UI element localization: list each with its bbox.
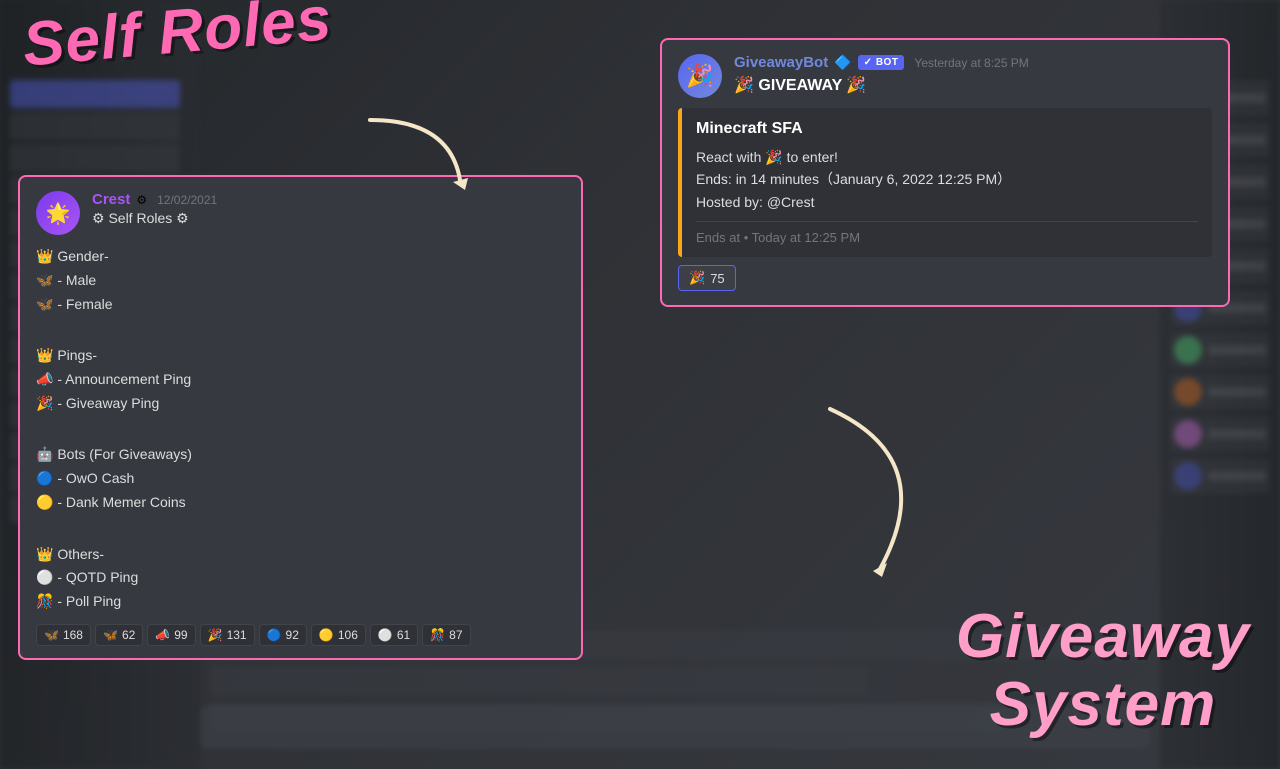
reaction-count: 131 xyxy=(227,628,247,642)
giveaway-card-header: 🎉 GiveawayBot 🔷 ✓ BOT Yesterday at 8:25 … xyxy=(678,54,1212,98)
card-body: 👑 Gender- 🦋 - Male 🦋 - Female 👑 Pings- 📣… xyxy=(36,245,565,614)
reaction-owo[interactable]: 🔵 92 xyxy=(259,624,307,646)
card-line: 🔵 - OwO Cash xyxy=(36,467,565,491)
reaction-emoji: ⚪ xyxy=(378,628,393,642)
embed-line-enter: React with 🎉 to enter! xyxy=(696,146,1198,168)
arrow-self-roles xyxy=(360,110,480,195)
reaction-count: 62 xyxy=(122,628,135,642)
reaction-poll[interactable]: 🎊 87 xyxy=(422,624,470,646)
giveaway-reaction-button[interactable]: 🎉 75 xyxy=(678,265,736,291)
reaction-emoji: 🟡 xyxy=(319,628,334,642)
crest-avatar: 🌟 xyxy=(36,191,80,235)
self-roles-card: 🌟 Crest ⚙ 12/02/2021 ⚙ Self Roles ⚙ 👑 Ge… xyxy=(18,175,583,660)
giveaway-title-row: 🎉 GIVEAWAY 🎉 xyxy=(734,75,1212,95)
reaction-butterfly-female[interactable]: 🦋 62 xyxy=(95,624,143,646)
card-self-roles-label: ⚙ Self Roles ⚙ xyxy=(92,210,189,227)
card-timestamp: 12/02/2021 xyxy=(157,193,217,207)
embed-divider xyxy=(696,221,1198,222)
giveaway-card: 🎉 GiveawayBot 🔷 ✓ BOT Yesterday at 8:25 … xyxy=(660,38,1230,307)
avatar-emoji: 🌟 xyxy=(46,201,71,226)
giveaway-timestamp: Yesterday at 8:25 PM xyxy=(914,56,1028,70)
reaction-count: 99 xyxy=(174,628,187,642)
giveaway-embed: Minecraft SFA React with 🎉 to enter! End… xyxy=(678,108,1212,257)
card-section-bots: 🤖 Bots (For Giveaways) 🔵 - OwO Cash 🟡 - … xyxy=(36,443,565,514)
reaction-emoji: 🦋 xyxy=(103,628,118,642)
card-line: 👑 Pings- xyxy=(36,344,565,368)
self-roles-title: Self Roles xyxy=(20,0,335,81)
verified-icon: ⚙ xyxy=(136,193,147,207)
reaction-count: 61 xyxy=(397,628,410,642)
bot-verified-icon: 🔷 xyxy=(834,54,851,71)
card-header: 🌟 Crest ⚙ 12/02/2021 ⚙ Self Roles ⚙ xyxy=(36,191,565,235)
giveaway-title: 🎉 GIVEAWAY 🎉 xyxy=(734,77,866,94)
reaction-emoji: 📣 xyxy=(155,628,170,642)
card-username-row: Crest ⚙ 12/02/2021 xyxy=(92,191,565,208)
giveaway-reaction-count: 75 xyxy=(710,271,724,286)
giveaway-reaction-emoji: 🎉 xyxy=(689,270,705,286)
reaction-butterfly-male[interactable]: 🦋 168 xyxy=(36,624,91,646)
card-section-gender: 👑 Gender- 🦋 - Male 🦋 - Female xyxy=(36,245,565,316)
giveaway-system-title: Giveaway System xyxy=(956,603,1250,739)
embed-prize: Minecraft SFA xyxy=(696,120,1198,138)
card-line: 👑 Gender- xyxy=(36,245,565,269)
card-section-others: 👑 Others- ⚪ - QOTD Ping 🎊 - Poll Ping xyxy=(36,543,565,614)
bot-badge: ✓ BOT xyxy=(858,55,905,70)
reaction-announcement[interactable]: 📣 99 xyxy=(147,624,195,646)
arrow-giveaway-system xyxy=(780,399,940,584)
embed-ends-at: Ends at • Today at 12:25 PM xyxy=(696,230,1198,245)
reaction-count: 87 xyxy=(449,628,462,642)
reaction-count: 92 xyxy=(286,628,299,642)
card-line: 🟡 - Dank Memer Coins xyxy=(36,491,565,515)
card-line: 🤖 Bots (For Giveaways) xyxy=(36,443,565,467)
reaction-count: 168 xyxy=(63,628,83,642)
giveaway-user-info: GiveawayBot 🔷 ✓ BOT Yesterday at 8:25 PM… xyxy=(734,54,1212,95)
card-line: 🦋 - Female xyxy=(36,293,565,317)
reaction-emoji: 🎊 xyxy=(430,628,445,642)
card-section-pings: 👑 Pings- 📣 - Announcement Ping 🎉 - Givea… xyxy=(36,344,565,415)
card-line: 🦋 - Male xyxy=(36,269,565,293)
card-user-info: Crest ⚙ 12/02/2021 ⚙ Self Roles ⚙ xyxy=(92,191,565,227)
reaction-emoji: 🔵 xyxy=(267,628,282,642)
card-reactions: 🦋 168 🦋 62 📣 99 🎉 131 🔵 92 🟡 106 xyxy=(36,624,565,646)
card-line: 📣 - Announcement Ping xyxy=(36,368,565,392)
main-content: Self Roles 🌟 Crest ⚙ 12/02/2021 ⚙ Self R… xyxy=(0,0,1280,769)
giveaway-username: GiveawayBot xyxy=(734,54,828,71)
embed-line-hosted: Hosted by: @Crest xyxy=(696,191,1198,213)
giveaway-username-row: GiveawayBot 🔷 ✓ BOT Yesterday at 8:25 PM xyxy=(734,54,1212,71)
embed-line-ends: Ends: in 14 minutes（January 6, 2022 12:2… xyxy=(696,168,1198,190)
card-line: ⚪ - QOTD Ping xyxy=(36,566,565,590)
card-username: Crest xyxy=(92,191,130,208)
reaction-count: 106 xyxy=(338,628,358,642)
giveawaybot-avatar: 🎉 xyxy=(678,54,722,98)
giveaway-reactions: 🎉 75 xyxy=(678,265,1212,291)
reaction-giveaway[interactable]: 🎉 131 xyxy=(200,624,255,646)
card-title-row: ⚙ Self Roles ⚙ xyxy=(92,210,565,227)
card-line: 🎊 - Poll Ping xyxy=(36,590,565,614)
reaction-qotd[interactable]: ⚪ 61 xyxy=(370,624,418,646)
reaction-dank[interactable]: 🟡 106 xyxy=(311,624,366,646)
card-line: 👑 Others- xyxy=(36,543,565,567)
reaction-emoji: 🎉 xyxy=(208,628,223,642)
reaction-emoji: 🦋 xyxy=(44,628,59,642)
card-line: 🎉 - Giveaway Ping xyxy=(36,392,565,416)
